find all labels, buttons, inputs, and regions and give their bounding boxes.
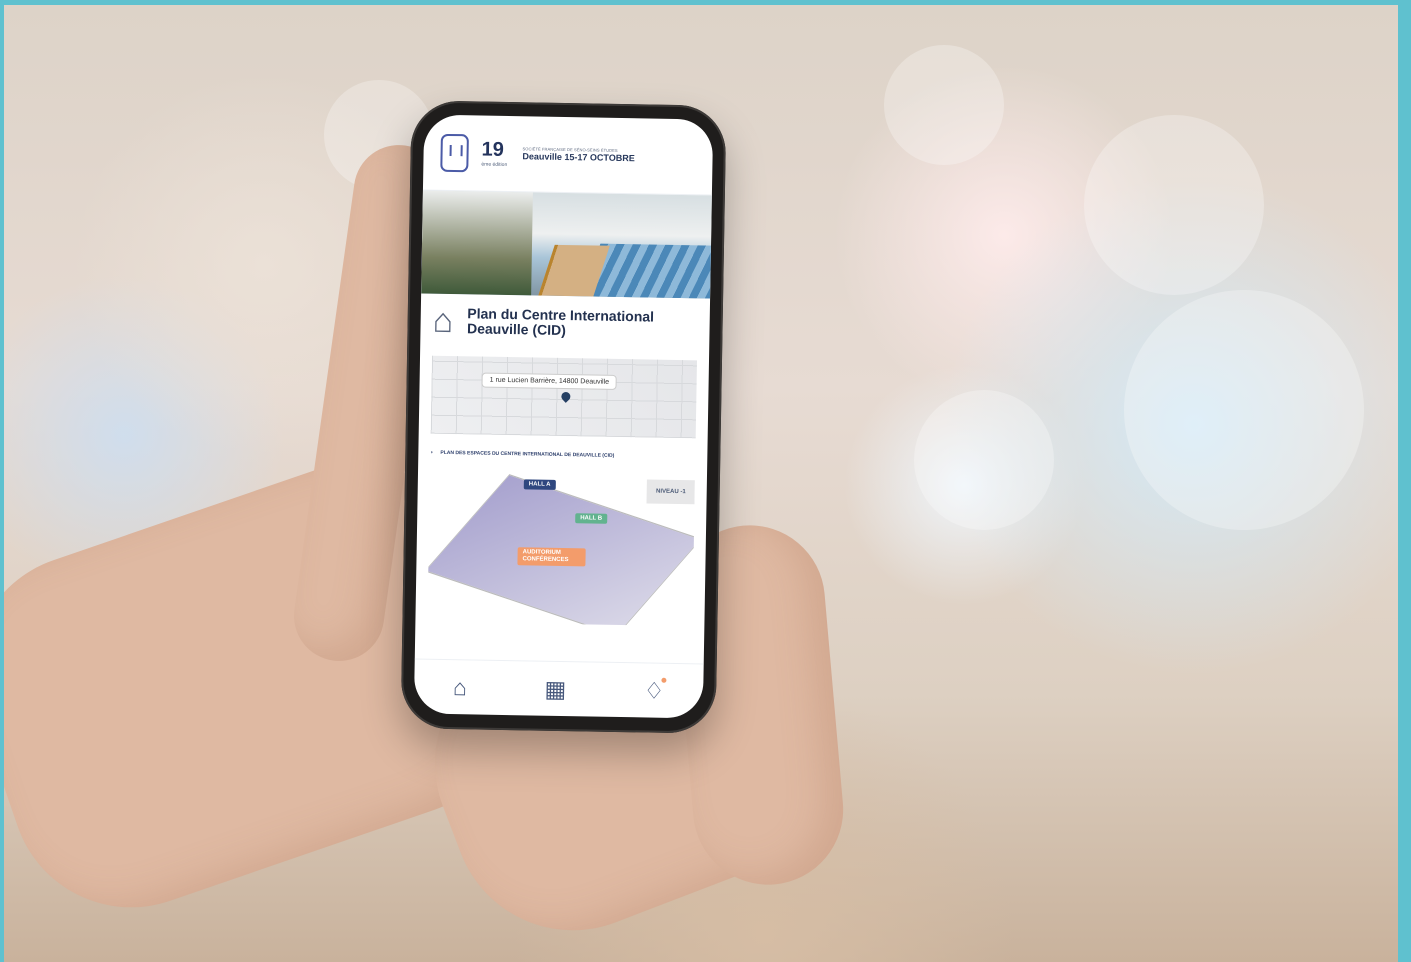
auditorium-label: AUDITORIUM CONFÉRENCES: [517, 547, 586, 567]
address-label: 1 rue Lucien Barrière, 14800 Deauville: [481, 372, 618, 390]
logo-icon: [440, 133, 469, 172]
street-map[interactable]: 1 rue Lucien Barrière, 14800 Deauville: [430, 355, 698, 439]
edition-number: 19: [481, 138, 505, 161]
event-dates: Deauville 15-17 OCTOBRE: [522, 151, 635, 164]
location-icon: ⌂: [432, 301, 454, 341]
home-icon[interactable]: ⌂: [453, 674, 467, 701]
phone-screen: 19 ème édition SOCIÉTÉ FRANÇAISE DE SÉNO…: [413, 114, 714, 719]
plan-heading: ⌂ Plan du Centre International Deauville…: [432, 301, 698, 343]
spaces-title: PLAN DES ESPACES DU CENTRE INTERNATIONAL…: [440, 449, 615, 459]
bottom-navigation: ⌂ ▦ ♢: [413, 658, 704, 719]
plan-title: Plan du Centre International Deauville (…: [466, 305, 655, 339]
edition-subtitle: ème édition: [481, 161, 508, 168]
hall-a-label: HALL A: [523, 479, 556, 490]
hall-b-label: HALL B: [575, 513, 608, 524]
photo-frame: 19 ème édition SOCIÉTÉ FRANÇAISE DE SÉNO…: [0, 0, 1411, 962]
venue-photo: [421, 190, 712, 299]
pool-area: [582, 243, 712, 299]
spaces-heading: ◗ PLAN DES ESPACES DU CENTRE INTERNATION…: [430, 450, 695, 461]
map-icon: ◗: [430, 449, 434, 456]
venue-info: ⌂ Plan du Centre International Deauville…: [415, 293, 710, 636]
venue-floor-plan[interactable]: HALL A HALL B AUDITORIUM CONFÉRENCES NIV…: [427, 464, 696, 627]
blurred-background-photo: 19 ème édition SOCIÉTÉ FRANÇAISE DE SÉNO…: [4, 5, 1398, 962]
map-pin-icon: [559, 390, 573, 403]
calendar-icon[interactable]: ▦: [544, 675, 566, 702]
notification-icon[interactable]: ♢: [644, 677, 665, 704]
level-selector[interactable]: NIVEAU -1: [646, 479, 695, 505]
smartphone: 19 ème édition SOCIÉTÉ FRANÇAISE DE SÉNO…: [400, 100, 727, 734]
app-header: 19 ème édition SOCIÉTÉ FRANÇAISE DE SÉNO…: [422, 114, 714, 196]
